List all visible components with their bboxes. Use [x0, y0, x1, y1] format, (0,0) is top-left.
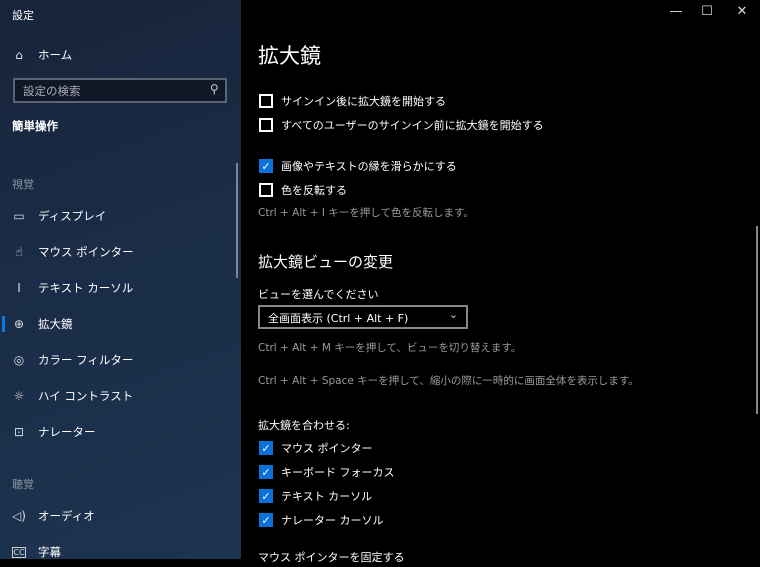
section-hearing: 聴覚: [12, 478, 34, 491]
chevron-down-icon: ⌄: [448, 308, 458, 321]
sidebar-item-captions[interactable]: CC 字幕: [0, 537, 236, 567]
checkbox-label: テキスト カーソル: [281, 490, 373, 503]
sidebar-item-magnifier[interactable]: ⊕ 拡大鏡: [0, 309, 236, 339]
item-label: オーディオ: [38, 509, 95, 523]
maximize-button[interactable]: ☐: [692, 4, 722, 19]
checkbox-checked[interactable]: ✓: [259, 513, 273, 527]
search-input[interactable]: 設定の検索 ⚲: [13, 78, 227, 103]
checkbox-checked[interactable]: ✓: [259, 159, 273, 173]
monitor-icon: ▭: [13, 209, 25, 223]
item-label: 字幕: [38, 545, 61, 559]
checkbox-checked[interactable]: ✓: [259, 489, 273, 503]
follow-label: 拡大鏡を合わせる:: [258, 419, 350, 432]
palette-icon: ◎: [13, 353, 25, 367]
checkbox-label: 色を反転する: [281, 184, 347, 197]
checkbox-smooth-edges[interactable]: ✓ 画像やテキストの縁を滑らかにする: [259, 158, 457, 174]
section-vision: 視覚: [12, 178, 34, 191]
checkbox-follow-mouse[interactable]: ✓ マウス ポインター: [259, 440, 373, 456]
checkbox-label: マウス ポインター: [281, 442, 373, 455]
sidebar-item-color-filter[interactable]: ◎ カラー フィルター: [0, 345, 236, 375]
search-placeholder: 設定の検索: [23, 84, 81, 98]
item-label: カラー フィルター: [38, 353, 134, 367]
checkbox-checked[interactable]: ✓: [259, 465, 273, 479]
mouse-pointer-icon: ☝: [15, 245, 23, 259]
view-dropdown[interactable]: 全画面表示 (Ctrl + Alt + F) ⌄: [258, 305, 468, 329]
sidebar-item-audio[interactable]: ◁) オーディオ: [0, 501, 236, 531]
invert-hint: Ctrl + Alt + I キーを押して色を反転します。: [258, 207, 474, 219]
item-label: ナレーター: [38, 425, 96, 439]
category-title: 簡単操作: [12, 119, 58, 133]
checkbox-label: ナレーター カーソル: [281, 514, 384, 527]
checkbox[interactable]: [259, 94, 273, 108]
home-icon: ⌂: [15, 48, 23, 62]
search-icon: ⚲: [210, 82, 219, 96]
speaker-icon: ◁): [12, 509, 26, 523]
sidebar-item-text-cursor[interactable]: I テキスト カーソル: [0, 273, 236, 303]
checkbox-start-after-signin[interactable]: サインイン後に拡大鏡を開始する: [259, 93, 446, 109]
checkbox-start-before-signin[interactable]: すべてのユーザーのサインイン前に拡大鏡を開始する: [259, 117, 544, 133]
close-button[interactable]: ✕: [727, 4, 757, 19]
lock-pointer-label: マウス ポインターを固定する: [258, 551, 405, 564]
main-scrollbar[interactable]: [756, 226, 758, 414]
preview-hint: Ctrl + Alt + Space キーを押して、縮小の際に一時的に画面全体を…: [258, 375, 639, 387]
checkbox[interactable]: [259, 183, 273, 197]
checkbox-label: キーボード フォーカス: [281, 466, 395, 479]
captions-icon: CC: [12, 546, 26, 558]
checkbox-follow-narrator[interactable]: ✓ ナレーター カーソル: [259, 512, 384, 528]
checkbox-invert-colors[interactable]: 色を反転する: [259, 182, 347, 198]
selected-indicator: [2, 316, 5, 332]
magnifier-icon: ⊕: [13, 317, 25, 331]
checkbox[interactable]: [259, 118, 273, 132]
narrator-icon: ⊡: [13, 425, 25, 439]
home-label: ホーム: [38, 48, 73, 62]
checkbox-follow-keyboard[interactable]: ✓ キーボード フォーカス: [259, 464, 395, 480]
checkbox-label: すべてのユーザーのサインイン前に拡大鏡を開始する: [281, 119, 544, 132]
brightness-icon: ☼: [13, 389, 25, 403]
main-content: — ☐ ✕ 拡大鏡 サインイン後に拡大鏡を開始する すべてのユーザーのサインイン…: [241, 0, 760, 564]
sidebar-scrollbar[interactable]: [236, 163, 238, 278]
sidebar-item-high-contrast[interactable]: ☼ ハイ コントラスト: [0, 381, 236, 411]
checkbox-follow-text-cursor[interactable]: ✓ テキスト カーソル: [259, 488, 372, 504]
sidebar-item-mouse-pointer[interactable]: ☝ マウス ポインター: [0, 237, 236, 267]
item-label: マウス ポインター: [38, 245, 134, 259]
sidebar-item-home[interactable]: ⌂ ホーム: [0, 40, 236, 70]
view-heading: 拡大鏡ビューの変更: [258, 253, 394, 271]
app-title: 設定: [12, 9, 34, 22]
checkbox-label: サインイン後に拡大鏡を開始する: [281, 95, 446, 108]
minimize-button[interactable]: —: [661, 4, 691, 19]
page-title: 拡大鏡: [258, 44, 321, 68]
checkbox-label: 画像やテキストの縁を滑らかにする: [281, 160, 457, 173]
item-label: 拡大鏡: [38, 317, 73, 331]
view-value: 全画面表示 (Ctrl + Alt + F): [268, 312, 409, 325]
item-label: ディスプレイ: [38, 209, 107, 223]
sidebar-item-narrator[interactable]: ⊡ ナレーター: [0, 417, 236, 447]
sidebar-item-display[interactable]: ▭ ディスプレイ: [0, 201, 236, 231]
item-label: ハイ コントラスト: [38, 389, 134, 403]
text-cursor-icon: I: [17, 281, 21, 295]
sidebar: 設定 ⌂ ホーム 設定の検索 ⚲ 簡単操作 視覚 ▭ ディスプレイ ☝ マウス ポインタ…: [0, 0, 241, 559]
view-switch-hint: Ctrl + Alt + M キーを押して、ビューを切り替えます。: [258, 342, 522, 354]
view-label: ビューを選んでください: [258, 288, 379, 301]
checkbox-checked[interactable]: ✓: [259, 441, 273, 455]
item-label: テキスト カーソル: [38, 281, 134, 295]
